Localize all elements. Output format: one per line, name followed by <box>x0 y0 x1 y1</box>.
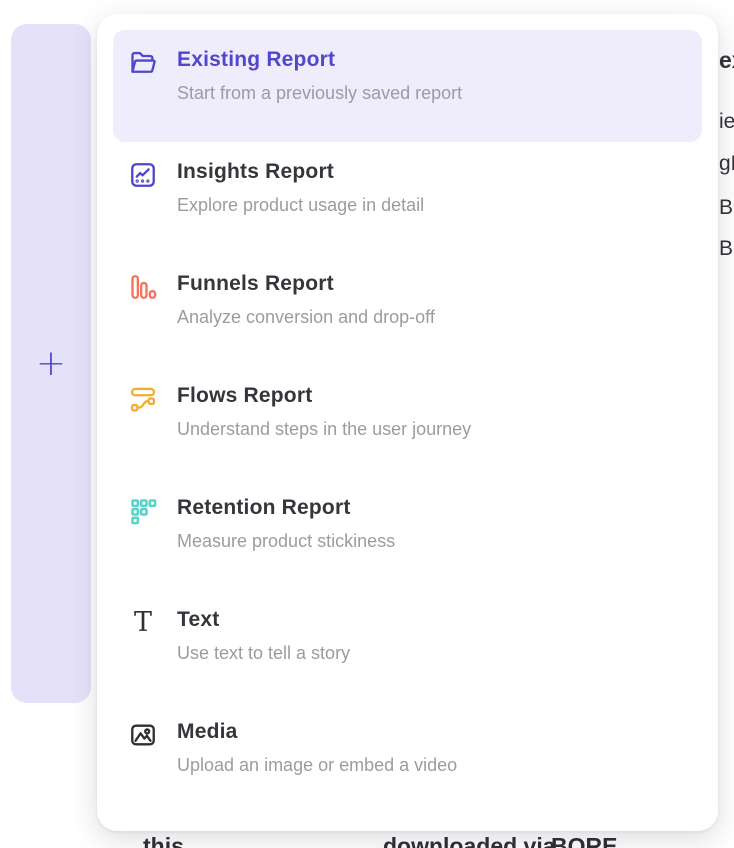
menu-item-existing-report[interactable]: Existing Report Start from a previously … <box>113 30 702 142</box>
menu-item-title: Flows Report <box>177 382 471 409</box>
add-content-rail: + <box>11 24 91 703</box>
background-text-fragment: ex <box>719 47 734 74</box>
background-text-fragment: gB <box>719 152 734 176</box>
background-text-fragment: downloaded via <box>383 833 556 848</box>
menu-item-texts: Funnels Report Analyze conversion and dr… <box>177 270 435 328</box>
screen: ex ie gB B B this downloaded via BORE + … <box>0 0 734 848</box>
menu-item-subtitle: Analyze conversion and drop-off <box>177 306 435 328</box>
menu-item-title: Retention Report <box>177 494 395 521</box>
menu-item-insights-report[interactable]: Insights Report Explore product usage in… <box>113 142 702 254</box>
menu-item-title: Media <box>177 718 457 745</box>
menu-item-title: Existing Report <box>177 46 462 73</box>
menu-item-flows-report[interactable]: Flows Report Understand steps in the use… <box>113 366 702 478</box>
retention-grid-icon <box>129 497 157 525</box>
background-text-fragment: ie <box>719 110 734 134</box>
menu-item-subtitle: Start from a previously saved report <box>177 82 462 104</box>
menu-item-subtitle: Measure product stickiness <box>177 530 395 552</box>
menu-item-funnels-report[interactable]: Funnels Report Analyze conversion and dr… <box>113 254 702 366</box>
menu-item-texts: Flows Report Understand steps in the use… <box>177 382 471 440</box>
insights-chart-icon <box>129 161 157 189</box>
menu-item-title: Insights Report <box>177 158 424 185</box>
background-text-fragment: this <box>143 833 184 848</box>
flows-icon <box>129 385 157 413</box>
menu-item-retention-report[interactable]: Retention Report Measure product stickin… <box>113 478 702 590</box>
add-content-menu: Existing Report Start from a previously … <box>97 14 718 831</box>
folder-open-icon <box>129 49 157 77</box>
menu-item-media[interactable]: Media Upload an image or embed a video <box>113 702 702 814</box>
menu-item-subtitle: Explore product usage in detail <box>177 194 424 216</box>
add-content-button[interactable]: + <box>36 346 66 382</box>
menu-item-subtitle: Upload an image or embed a video <box>177 754 457 776</box>
menu-item-texts: Retention Report Measure product stickin… <box>177 494 395 552</box>
menu-item-text[interactable]: T Text Use text to tell a story <box>113 590 702 702</box>
menu-item-texts: Media Upload an image or embed a video <box>177 718 457 776</box>
menu-item-subtitle: Use text to tell a story <box>177 642 350 664</box>
menu-item-texts: Existing Report Start from a previously … <box>177 46 462 104</box>
menu-item-title: Funnels Report <box>177 270 435 297</box>
media-icon <box>129 721 157 749</box>
menu-item-title: Text <box>177 606 350 633</box>
funnel-bars-icon <box>129 273 157 301</box>
background-text-fragment: BORE <box>551 833 617 848</box>
background-text-fragment: B <box>719 237 733 261</box>
menu-item-subtitle: Understand steps in the user journey <box>177 418 471 440</box>
text-icon: T <box>129 609 157 637</box>
menu-item-texts: Insights Report Explore product usage in… <box>177 158 424 216</box>
menu-item-texts: Text Use text to tell a story <box>177 606 350 664</box>
background-text-fragment: B <box>719 196 733 220</box>
